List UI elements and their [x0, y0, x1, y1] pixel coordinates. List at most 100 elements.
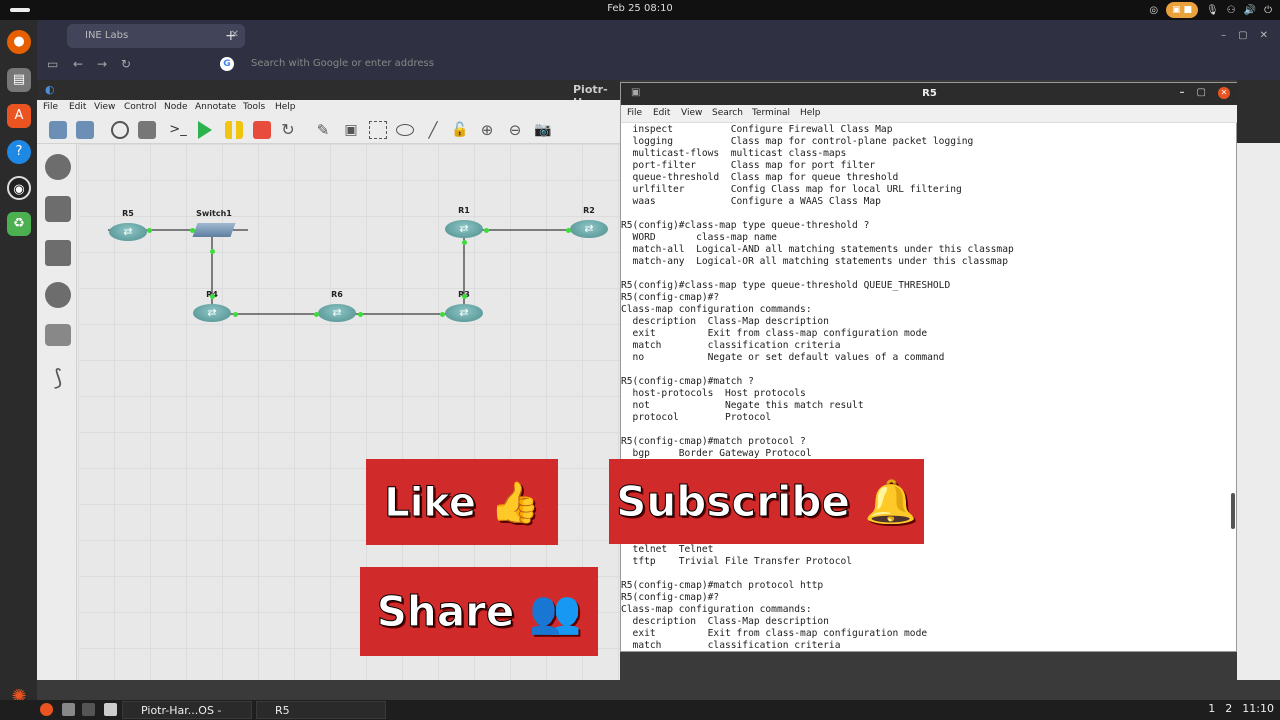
reload-all-icon[interactable]: ↻: [279, 121, 297, 139]
like-button[interactable]: Like 👍: [366, 459, 558, 545]
new-project-icon[interactable]: [49, 121, 67, 139]
menu-view[interactable]: View: [681, 108, 702, 118]
sidebar-toggle-icon[interactable]: ▭: [47, 57, 58, 71]
help-icon[interactable]: ?: [7, 140, 31, 164]
subscribe-button[interactable]: Subscribe 🔔: [609, 459, 924, 544]
menu-tools[interactable]: Tools: [243, 102, 265, 112]
terminal-window-controls: – ▢ ✕: [1180, 87, 1230, 99]
lock-icon[interactable]: 🔓: [451, 121, 469, 139]
taskbar-clock: 11:10: [1242, 702, 1274, 715]
app-center-icon[interactable]: A: [7, 104, 31, 128]
firefox-icon[interactable]: ●: [7, 30, 31, 54]
menu-file[interactable]: File: [43, 102, 58, 112]
new-tab-icon[interactable]: +: [225, 28, 237, 44]
files-icon[interactable]: ▤: [7, 68, 31, 92]
screen-share-indicator-icon[interactable]: ▣ ■: [1166, 2, 1198, 18]
start-all-icon[interactable]: [198, 121, 212, 139]
router-r5[interactable]: R5: [109, 209, 147, 241]
router-r1[interactable]: R1: [445, 206, 483, 238]
obs-icon[interactable]: ◉: [7, 176, 31, 200]
terminal-title: R5: [922, 88, 937, 99]
workspace-2[interactable]: 2: [1225, 702, 1232, 715]
back-icon[interactable]: ←: [73, 57, 83, 71]
share-button[interactable]: Share 👥: [360, 567, 598, 656]
status-icon[interactable]: ◎: [1149, 5, 1158, 16]
draw-ellipse-icon[interactable]: [396, 124, 414, 136]
console-icon[interactable]: >_: [169, 121, 187, 139]
taskbar-item-gns3[interactable]: Piotr-Har...OS - GNS3: [122, 701, 252, 719]
microphone-icon[interactable]: 🎙: [1206, 5, 1219, 16]
menu-search[interactable]: Search: [712, 108, 743, 118]
suspend-all-icon[interactable]: [225, 121, 243, 139]
add-link-icon[interactable]: ⟆: [45, 366, 71, 392]
menu-help[interactable]: Help: [800, 108, 821, 118]
switch-switch1[interactable]: Switch1: [192, 209, 236, 237]
close-icon[interactable]: ✕: [1218, 87, 1230, 99]
insert-image-icon[interactable]: ▣: [342, 121, 360, 139]
ubuntu-menu-icon[interactable]: [40, 703, 53, 716]
close-icon[interactable]: ✕: [1260, 30, 1268, 41]
add-note-icon[interactable]: ✎: [314, 121, 332, 139]
trash-icon[interactable]: ♻: [7, 212, 31, 236]
terminal-output[interactable]: inspect Configure Firewall Class Map log…: [621, 124, 1224, 651]
power-icon[interactable]: ⏻: [1264, 5, 1272, 16]
link-status-dot: [210, 249, 215, 254]
screenshot-icon[interactable]: 📷: [534, 121, 552, 139]
terminal-window: ▣ R5 – ▢ ✕ File Edit View Search Termina…: [620, 82, 1238, 652]
menu-edit[interactable]: Edit: [653, 108, 670, 118]
taskbar-item-r5[interactable]: R5: [256, 701, 386, 719]
browser-tab[interactable]: INE Labs ✕: [67, 24, 245, 48]
terminal-scrollbar[interactable]: [1231, 493, 1235, 529]
browse-switches-icon[interactable]: [45, 196, 71, 222]
terminal-line: Class-map configuration commands:: [621, 604, 812, 615]
terminal-titlebar: ▣ R5 – ▢ ✕: [621, 83, 1238, 105]
browse-routers-icon[interactable]: [45, 154, 71, 180]
draw-rectangle-icon[interactable]: [369, 121, 387, 139]
stop-all-icon[interactable]: [253, 121, 271, 139]
menu-control[interactable]: Control: [124, 102, 157, 112]
menu-file[interactable]: File: [627, 108, 642, 118]
terminal-line: queue-threshold Class map for queue thre…: [621, 172, 899, 183]
router-r6[interactable]: R6: [318, 290, 356, 322]
router-r2[interactable]: R2: [570, 206, 608, 238]
network-icon[interactable]: ⚇: [1227, 5, 1236, 16]
volume-icon[interactable]: 🔊: [1244, 5, 1256, 16]
files-launcher-icon[interactable]: [62, 703, 75, 716]
terminal-line: R5(config-cmap)#match protocol ?: [621, 436, 806, 447]
show-interface-labels-icon[interactable]: [138, 121, 156, 139]
maximize-icon[interactable]: ▢: [1238, 30, 1247, 41]
terminal-line: telnet Telnet: [621, 544, 714, 555]
browse-all-devices-icon[interactable]: [45, 324, 71, 346]
menu-help[interactable]: Help: [275, 102, 296, 112]
browse-end-devices-icon[interactable]: [45, 240, 71, 266]
router-r3[interactable]: R3: [445, 290, 483, 322]
terminal-line: WORD class-map name: [621, 232, 777, 243]
snapshot-icon[interactable]: [111, 121, 129, 139]
menu-annotate[interactable]: Annotate: [195, 102, 236, 112]
zoom-in-icon[interactable]: ⊕: [478, 121, 496, 139]
node-label: Switch1: [196, 209, 232, 218]
terminal-launcher-icon[interactable]: [82, 703, 95, 716]
reload-icon[interactable]: ↻: [121, 57, 131, 71]
router-icon: [318, 304, 356, 322]
draw-line-icon[interactable]: ╱: [424, 121, 442, 139]
forward-icon[interactable]: →: [97, 57, 107, 71]
minimize-icon[interactable]: –: [1221, 30, 1226, 41]
terminal-line: match-all Logical-AND all matching state…: [621, 244, 1014, 255]
menu-view[interactable]: View: [94, 102, 115, 112]
maximize-icon[interactable]: ▢: [1197, 87, 1206, 99]
menu-edit[interactable]: Edit: [69, 102, 86, 112]
editor-launcher-icon[interactable]: [104, 703, 117, 716]
open-project-icon[interactable]: [76, 121, 94, 139]
system-clock[interactable]: Feb 25 08:10: [0, 3, 1280, 14]
workspace-1[interactable]: 1: [1208, 702, 1215, 715]
browse-security-devices-icon[interactable]: [45, 282, 71, 308]
menu-node[interactable]: Node: [164, 102, 188, 112]
router-icon: [193, 304, 231, 322]
minimize-icon[interactable]: –: [1180, 87, 1185, 99]
router-r4[interactable]: R4: [193, 290, 231, 322]
zoom-out-icon[interactable]: ⊖: [506, 121, 524, 139]
address-bar[interactable]: Search with Google or enter address: [215, 55, 615, 75]
menu-terminal[interactable]: Terminal: [752, 108, 790, 118]
